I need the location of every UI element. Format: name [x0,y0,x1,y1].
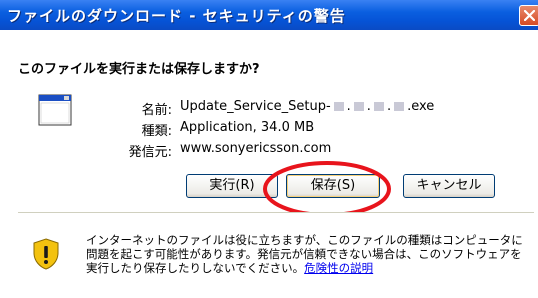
cancel-button[interactable]: キャンセル [403,174,495,198]
name-label: 名前: [141,103,172,118]
type-label: 種類: [141,124,172,139]
file-name-prefix: Update_Service_Setup- [180,99,331,114]
file-type: Application, 34.0 MB [180,120,315,135]
file-name-suffix: .exe [407,99,435,114]
redacted-block [373,102,384,111]
redacted-block [333,102,344,111]
download-security-dialog: ファイルのダウンロード - セキュリティの警告 このファイルを実行または保存しま… [0,0,538,298]
title-bar[interactable]: ファイルのダウンロード - セキュリティの警告 [0,0,538,30]
risk-explanation-link[interactable]: 危険性の説明 [304,261,373,275]
close-icon [524,10,535,21]
redacted-block [394,102,405,111]
warning-text: インターネットのファイルは役に立ちますが、このファイルの種類はコンピュータに問題… [86,233,526,275]
publisher-label: 発信元: [128,145,172,160]
window-title: ファイルのダウンロード - セキュリティの警告 [7,7,346,25]
highlight-ellipse [263,161,391,217]
application-icon [38,94,72,126]
close-button[interactable] [519,5,538,26]
redacted-block [353,102,364,111]
publisher: www.sonyericsson.com [180,141,332,156]
question-text: このファイルを実行または保存しますか? [18,62,260,77]
file-name: Update_Service_Setup-... .exe [180,99,435,114]
shield-warning-icon [33,238,59,270]
